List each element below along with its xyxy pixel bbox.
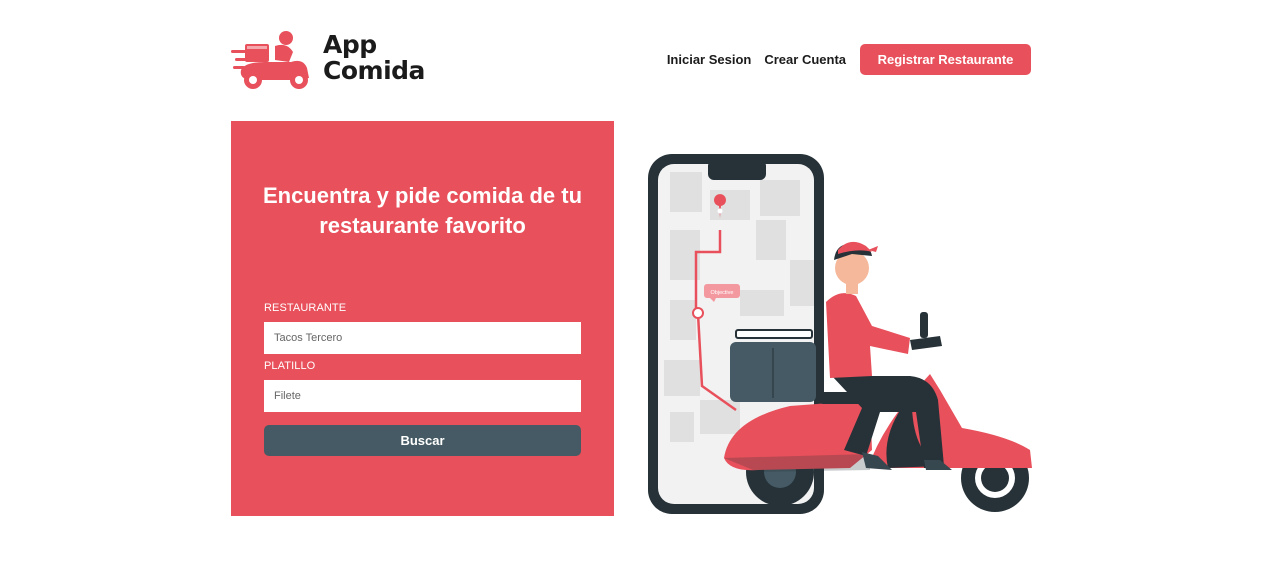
hero-title: Encuentra y pide comida de tu restaurant…	[262, 183, 583, 238]
map-tag: Objective	[711, 290, 734, 296]
dish-input[interactable]	[264, 380, 581, 412]
restaurant-input[interactable]	[264, 322, 581, 354]
delivery-scooter-icon	[231, 31, 309, 89]
register-restaurant-button[interactable]: Registrar Restaurante	[860, 44, 1031, 75]
delivery-illustration: Objective	[648, 154, 1032, 514]
brand-line-2: Comida	[323, 56, 425, 85]
brand-name: App Comida	[323, 32, 425, 84]
restaurant-label: RESTAURANTE	[264, 302, 347, 314]
search-button[interactable]: Buscar	[264, 425, 581, 456]
brand-line-1: App	[323, 30, 377, 59]
login-link[interactable]: Iniciar Sesion	[667, 52, 752, 67]
site-header: App Comida Iniciar Sesion Crear Cuenta R…	[231, 28, 1031, 92]
search-panel: Encuentra y pide comida de tu restaurant…	[231, 121, 614, 516]
dish-label: PLATILLO	[264, 360, 316, 372]
signup-link[interactable]: Crear Cuenta	[764, 52, 846, 67]
top-nav: Iniciar Sesion Crear Cuenta Registrar Re…	[667, 44, 1031, 75]
